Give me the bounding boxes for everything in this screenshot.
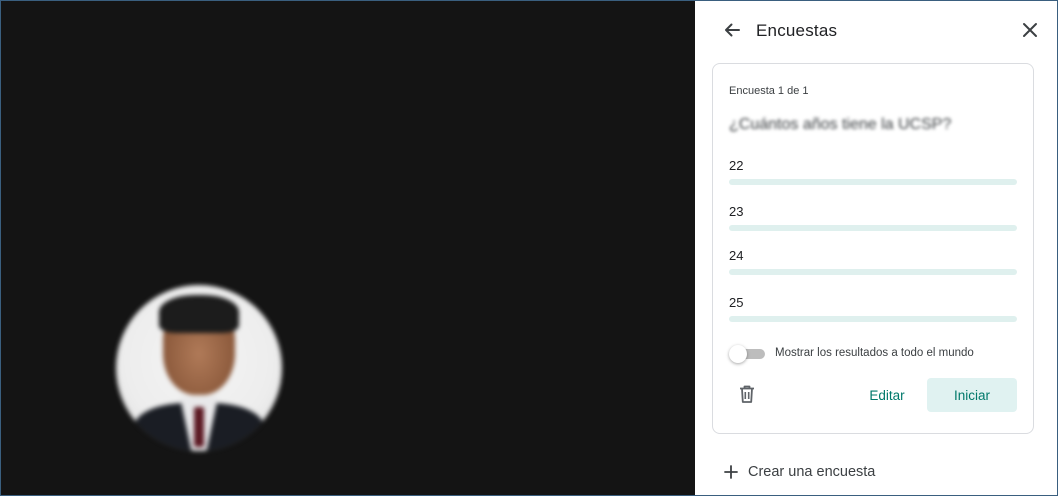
poll-option-bar [729,316,1017,322]
poll-option-bar [729,179,1017,185]
show-results-toggle[interactable] [729,345,765,363]
close-button[interactable] [1017,19,1043,45]
poll-card: Encuesta 1 de 1 ¿Cuántos años tiene la U… [712,63,1034,434]
panel-title: Encuestas [756,21,838,40]
participant-avatar [116,285,282,451]
back-button[interactable] [719,19,745,45]
poll-option: 24 [729,248,1017,275]
arrow-back-icon [722,20,742,45]
panel-header: Encuestas [695,1,1057,59]
close-icon [1021,21,1039,44]
poll-counter: Encuesta 1 de 1 [729,85,809,97]
create-poll-label: Crear una encuesta [748,464,876,480]
show-results-label: Mostrar los resultados a todo el mundo [775,347,974,359]
poll-option-bar [729,269,1017,275]
edit-button[interactable]: Editar [859,378,915,412]
delete-poll-button[interactable] [735,384,759,408]
create-poll-button[interactable]: Crear una encuesta [723,461,875,483]
show-results-row: Mostrar los resultados a todo el mundo [729,344,974,363]
poll-option-label: 25 [729,295,744,310]
plus-icon [723,464,739,480]
trash-icon [738,384,756,409]
poll-option-bar [729,225,1017,231]
poll-option: 25 [729,295,1017,322]
poll-option: 22 [729,158,1017,185]
poll-option-label: 23 [729,204,744,219]
video-area [1,1,695,495]
start-poll-button[interactable]: Iniciar [927,378,1017,412]
poll-option-label: 24 [729,248,744,263]
poll-option: 23 [729,204,1017,231]
polls-panel: Encuestas Encuesta 1 de 1 ¿Cuántos años … [695,1,1057,495]
poll-option-label: 22 [729,158,744,173]
poll-question: ¿Cuántos años tiene la UCSP? [729,116,952,133]
app-frame: Encuestas Encuesta 1 de 1 ¿Cuántos años … [0,0,1058,496]
